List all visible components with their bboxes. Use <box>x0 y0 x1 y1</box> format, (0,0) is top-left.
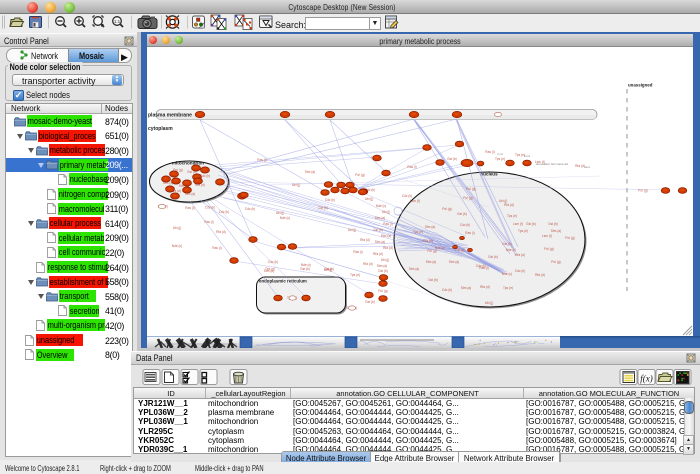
svg-text:Rfa (d): Rfa (d) <box>363 262 373 266</box>
svg-text:b nd: b nd <box>524 154 530 158</box>
svg-text:Ubi (j): Ubi (j) <box>348 228 357 232</box>
svg-text:Cdc (h): Cdc (h) <box>325 198 335 202</box>
svg-text:Stm (a): Stm (a) <box>409 267 419 271</box>
svg-text:Pol (g): Pol (g) <box>463 196 472 200</box>
svg-text:Ras (i): Ras (i) <box>407 165 416 169</box>
svg-text:Rfa (d): Rfa (d) <box>383 246 393 250</box>
svg-text:Stm (a): Stm (a) <box>551 229 561 233</box>
svg-text:Rfa (d): Rfa (d) <box>373 252 383 256</box>
svg-text:Nde (c): Nde (c) <box>280 216 290 220</box>
svg-text:Ras (i): Ras (i) <box>353 250 362 254</box>
svg-text:Stm (a): Stm (a) <box>305 170 315 174</box>
svg-text:Ras (i): Ras (i) <box>212 246 221 250</box>
svg-text:Stm (a): Stm (a) <box>426 260 436 264</box>
svg-text:Gst (b): Gst (b) <box>488 255 498 259</box>
svg-text:Ras (i): Ras (i) <box>465 231 474 235</box>
svg-text:Pol (g): Pol (g) <box>427 249 436 253</box>
svg-text:Ubi (j): Ubi (j) <box>485 301 494 305</box>
svg-text:Gst (b): Gst (b) <box>318 206 328 210</box>
svg-text:Pol (g): Pol (g) <box>551 260 560 264</box>
svg-text:Lsm (f): Lsm (f) <box>542 234 552 238</box>
svg-text:Ubi (j): Ubi (j) <box>365 197 374 201</box>
svg-text:Stm (a): Stm (a) <box>425 225 435 229</box>
svg-text:Stm (a): Stm (a) <box>264 269 274 273</box>
svg-text:Nde (c): Nde (c) <box>376 204 386 208</box>
svg-text:Tps (e): Tps (e) <box>518 229 528 233</box>
svg-text:Stm (a): Stm (a) <box>375 240 385 244</box>
svg-text:Stm (a): Stm (a) <box>449 260 459 264</box>
svg-text:Rfa (d): Rfa (d) <box>423 239 433 243</box>
svg-text:Cdc (h): Cdc (h) <box>219 210 229 214</box>
svg-text:Rfa (d): Rfa (d) <box>504 203 514 207</box>
svg-text:Pol (g): Pol (g) <box>466 187 475 191</box>
svg-text:Ubi (j): Ubi (j) <box>292 183 301 187</box>
svg-text:Rfa (d): Rfa (d) <box>360 238 370 242</box>
svg-text:Pol (g): Pol (g) <box>378 289 387 293</box>
svg-text:Gst (b): Gst (b) <box>373 228 383 232</box>
svg-text:mitochondrion: mitochondrion <box>172 161 204 166</box>
svg-text:f(x): f(x) <box>640 374 653 384</box>
svg-text:plasma membrane: plasma membrane <box>148 113 192 119</box>
svg-text:Tps (e): Tps (e) <box>503 286 513 290</box>
svg-text:Gst (b): Gst (b) <box>428 278 438 282</box>
svg-text:Gst (b): Gst (b) <box>378 269 388 273</box>
svg-text:Tps (e): Tps (e) <box>495 157 505 161</box>
svg-text:Gst (b): Gst (b) <box>365 300 375 304</box>
svg-text:Rfa (d): Rfa (d) <box>216 230 226 234</box>
svg-text:Gst (b): Gst (b) <box>457 212 467 216</box>
svg-text:Lsm (f): Lsm (f) <box>513 222 523 226</box>
svg-text:Ubi (j): Ubi (j) <box>382 210 391 214</box>
svg-text:Tps (e): Tps (e) <box>507 214 517 218</box>
svg-text:Cdc (h): Cdc (h) <box>402 194 412 198</box>
svg-text:Cdc (h): Cdc (h) <box>245 207 255 211</box>
svg-text:Pol (g): Pol (g) <box>565 236 574 240</box>
svg-text:Cdc (h): Cdc (h) <box>205 206 215 210</box>
svg-text:cytoplasm: cytoplasm <box>148 126 173 132</box>
svg-text:Ras (i): Ras (i) <box>185 206 194 210</box>
svg-text:Ras (i): Ras (i) <box>485 150 494 154</box>
svg-text:Cdc (h): Cdc (h) <box>460 223 470 227</box>
svg-text:Pol (g): Pol (g) <box>544 247 553 251</box>
svg-text:Ras (i): Ras (i) <box>479 266 488 270</box>
svg-text:Gst (b): Gst (b) <box>447 157 457 161</box>
svg-text:Rfa (d): Rfa (d) <box>480 285 490 289</box>
svg-text:Nde (c): Nde (c) <box>506 248 516 252</box>
svg-text:Gst (b): Gst (b) <box>526 222 536 226</box>
svg-text:Stm (a): Stm (a) <box>377 264 387 268</box>
svg-text:Nde (c): Nde (c) <box>172 244 182 248</box>
svg-text:Tps (e): Tps (e) <box>350 273 360 277</box>
svg-text:Gst (b): Gst (b) <box>548 222 558 226</box>
svg-text:unassigned: unassigned <box>628 83 653 88</box>
svg-text:Cdc (h): Cdc (h) <box>442 288 452 292</box>
svg-text:Ubi (j): Ubi (j) <box>276 211 285 215</box>
svg-text:Cdc (h): Cdc (h) <box>515 269 525 273</box>
svg-text:Stm (a): Stm (a) <box>381 234 391 238</box>
svg-text:1:1: 1:1 <box>114 19 121 24</box>
svg-text:next: next <box>584 165 590 169</box>
svg-text:Ubi (j): Ubi (j) <box>173 226 182 230</box>
svg-text:Rfa (d): Rfa (d) <box>515 253 525 257</box>
svg-text:Cdc (h): Cdc (h) <box>268 260 278 264</box>
svg-text:Gst (b): Gst (b) <box>502 242 512 246</box>
svg-text:Nde (c): Nde (c) <box>502 272 512 276</box>
svg-text:annotation GO conte ad: annotation GO conte ad <box>536 162 568 166</box>
svg-text:Pol (g): Pol (g) <box>355 173 364 177</box>
svg-text:Ras (i): Ras (i) <box>257 158 266 162</box>
svg-text:m st: m st <box>497 152 503 156</box>
svg-text:Ubi (j): Ubi (j) <box>324 268 333 272</box>
svg-text:Pol (g): Pol (g) <box>442 207 451 211</box>
svg-text:Rfa (d): Rfa (d) <box>535 273 545 277</box>
svg-text:Pol (g): Pol (g) <box>638 189 647 193</box>
svg-text:Stm (a): Stm (a) <box>375 216 385 220</box>
svg-text:Ras (i): Ras (i) <box>204 220 213 224</box>
svg-text:Tps (e): Tps (e) <box>413 230 423 234</box>
svg-text:Lsm (f): Lsm (f) <box>410 199 420 203</box>
svg-text:Ras (i): Ras (i) <box>383 222 392 226</box>
svg-text:Stm (a): Stm (a) <box>461 286 471 290</box>
svg-text:Ubi (j): Ubi (j) <box>381 258 390 262</box>
svg-text:Gst (b): Gst (b) <box>300 267 310 271</box>
svg-text:Pol (g): Pol (g) <box>455 248 464 252</box>
